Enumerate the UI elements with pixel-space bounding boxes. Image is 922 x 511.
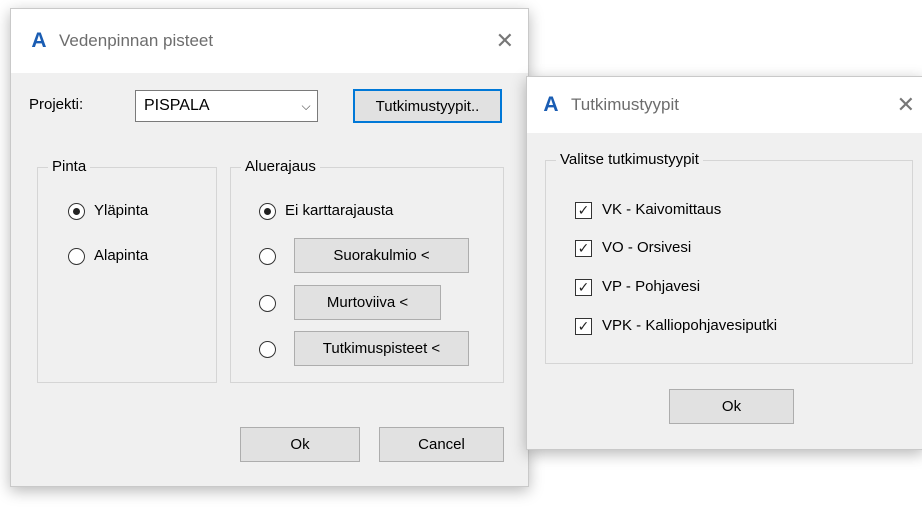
vpk-label: VPK - Kalliopohjavesiputki [602, 317, 778, 334]
cancel-button[interactable]: Cancel [379, 427, 504, 462]
ok-button[interactable]: Ok [240, 427, 360, 462]
project-select-value: PISPALA [144, 97, 210, 114]
ylapinta-label: Yläpinta [94, 202, 149, 219]
close-icon[interactable]: ✕ [897, 94, 915, 116]
suorakulmio-button[interactable]: Suorakulmio < [294, 238, 469, 273]
titlebar[interactable]: A Vedenpinnan pisteet ✕ [11, 9, 528, 73]
dialog-title: Vedenpinnan pisteet [59, 31, 214, 50]
checkbox-vo[interactable]: ✓ [575, 240, 592, 257]
radio-suorakulmio[interactable] [259, 248, 276, 265]
checkbox-vp[interactable]: ✓ [575, 279, 592, 296]
dialog-title: Tutkimustyypit [571, 95, 680, 114]
radio-ei-karttarajausta[interactable] [259, 203, 276, 220]
radio-murtoviiva[interactable] [259, 295, 276, 312]
pinta-group: Pinta Yläpinta Alapinta [37, 158, 217, 383]
alapinta-label: Alapinta [94, 247, 149, 264]
ei-karttarajausta-label: Ei karttarajausta [285, 202, 394, 219]
radio-ylapinta[interactable] [68, 203, 85, 220]
close-icon[interactable]: ✕ [496, 30, 514, 52]
project-label: Projekti: [29, 96, 84, 113]
chevron-down-icon: ⌵ [301, 98, 311, 113]
titlebar[interactable]: A Tutkimustyypit ✕ [527, 77, 922, 133]
vk-label: VK - Kaivomittaus [602, 201, 722, 218]
pinta-group-label: Pinta [48, 158, 91, 175]
ok-button[interactable]: Ok [669, 389, 794, 424]
checkbox-vpk[interactable]: ✓ [575, 318, 592, 335]
tutkimustyypit-group: Valitse tutkimustyypit ✓ VK - Kaivomitta… [545, 151, 913, 364]
radio-alapinta[interactable] [68, 248, 85, 265]
app-icon: A [31, 29, 47, 52]
vo-label: VO - Orsivesi [602, 239, 692, 256]
radio-selected-dot [264, 208, 271, 215]
tutkimustyypit-button[interactable]: Tutkimustyypit.. [353, 89, 502, 123]
murtoviiva-button[interactable]: Murtoviiva < [294, 285, 441, 320]
radio-tutkimuspisteet[interactable] [259, 341, 276, 358]
tutkimustyypit-group-label: Valitse tutkimustyypit [556, 151, 703, 168]
checkbox-vk[interactable]: ✓ [575, 202, 592, 219]
tutkimustyypit-dialog: A Tutkimustyypit ✕ Valitse tutkimustyypi… [526, 76, 922, 450]
project-select[interactable]: PISPALA ⌵ [135, 90, 318, 122]
tutkimuspisteet-button[interactable]: Tutkimuspisteet < [294, 331, 469, 366]
radio-selected-dot [73, 208, 80, 215]
vedenpinnan-dialog: A Vedenpinnan pisteet ✕ Projekti: PISPAL… [10, 8, 529, 487]
vp-label: VP - Pohjavesi [602, 278, 701, 295]
aluerajaus-group-label: Aluerajaus [241, 158, 320, 175]
app-icon: A [543, 93, 559, 116]
aluerajaus-group: Aluerajaus Ei karttarajausta Suorakulmio… [230, 158, 504, 383]
